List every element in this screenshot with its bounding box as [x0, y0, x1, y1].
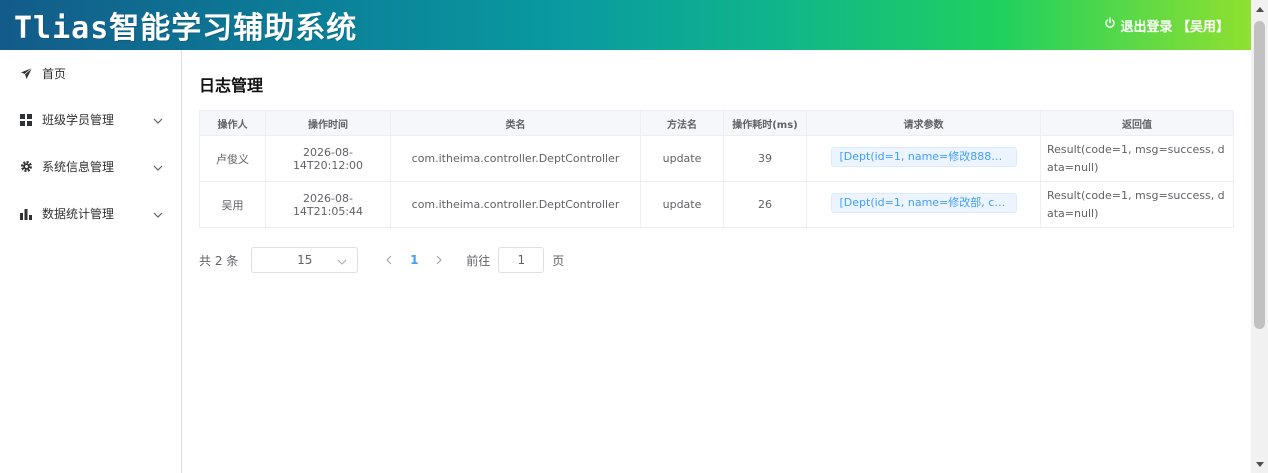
sidebar: 首页 班级学员管理 系统信息管理 数据统计管理: [0, 50, 182, 473]
scrollbar-thumb[interactable]: [1254, 21, 1265, 329]
total-count: 共 2 条: [199, 253, 239, 268]
column-header-method: 方法名: [640, 110, 724, 136]
chevron-down-icon: [337, 256, 347, 266]
cell-method: update: [640, 181, 724, 228]
pagination: 共 2 条 15 1 前往 页: [199, 247, 564, 273]
goto-label: 前往: [466, 253, 491, 268]
paper-plane-icon: [18, 65, 34, 81]
table-header-row: 操作人 操作时间 类名 方法名 操作耗时(ms) 请求参数 返回值: [199, 110, 1234, 136]
column-header-cost: 操作耗时(ms): [723, 110, 807, 136]
sidebar-item-label: 数据统计管理: [42, 207, 115, 221]
app-header: Tlias智能学习辅助系统 退出登录 【吴用】: [0, 0, 1251, 50]
return-value-text: Result(code=1, msg=success, data=null): [1047, 188, 1225, 220]
power-icon: [1104, 17, 1116, 33]
table-row: 卢俊义 2026-08-14T20:12:00 com.itheima.cont…: [199, 135, 1234, 182]
column-header-class: 类名: [390, 110, 641, 136]
page-number-current[interactable]: 1: [400, 253, 428, 267]
chevron-down-icon: [153, 162, 163, 172]
params-tag[interactable]: [Dept(id=1, name=修改部, createTi...: [830, 193, 1017, 213]
vertical-scrollbar[interactable]: [1251, 0, 1268, 473]
column-header-operator: 操作人: [199, 110, 266, 136]
logout-button[interactable]: 退出登录 【吴用】: [1104, 16, 1229, 35]
prev-page-button[interactable]: [378, 249, 400, 271]
sidebar-item-label: 班级学员管理: [42, 113, 115, 127]
cell-params: [Dept(id=1, name=修改888部, creat...: [806, 135, 1041, 182]
sidebar-item-data-stats[interactable]: 数据统计管理: [0, 190, 181, 237]
cell-cost: 26: [723, 181, 807, 228]
main-content: 日志管理 操作人 操作时间 类名 方法名 操作耗时(ms) 请求参数 返回值 卢…: [183, 50, 1251, 473]
chevron-down-icon: [153, 115, 163, 125]
column-header-params: 请求参数: [806, 110, 1041, 136]
gear-icon: [18, 159, 34, 175]
scroll-up-arrow-icon[interactable]: [1251, 0, 1268, 17]
grid-icon: [18, 112, 34, 128]
params-tag[interactable]: [Dept(id=1, name=修改888部, creat...: [830, 147, 1017, 167]
page-size-value: 15: [297, 253, 313, 267]
sidebar-item-class-student[interactable]: 班级学员管理: [0, 96, 181, 143]
column-header-time: 操作时间: [265, 110, 391, 136]
sidebar-item-label: 首页: [42, 66, 67, 81]
table-row: 吴用 2026-08-14T21:05:44 com.itheima.contr…: [199, 181, 1234, 228]
cell-time: 2026-08-14T21:05:44: [265, 181, 391, 228]
return-value-text: Result(code=1, msg=success, data=null): [1047, 142, 1225, 174]
cell-return-value: Result(code=1, msg=success, data=null): [1040, 181, 1234, 228]
chevron-down-icon: [153, 209, 163, 219]
sidebar-item-label: 系统信息管理: [42, 160, 115, 174]
cell-operator: 吴用: [199, 181, 266, 228]
cell-operator: 卢俊义: [199, 135, 266, 182]
logout-label: 退出登录 【吴用】: [1120, 19, 1229, 35]
cell-method: update: [640, 135, 724, 182]
cell-cost: 39: [723, 135, 807, 182]
page-title: 日志管理: [199, 76, 264, 95]
sidebar-item-home[interactable]: 首页: [0, 50, 181, 96]
bar-chart-icon: [18, 206, 34, 222]
app-title: Tlias智能学习辅助系统: [14, 11, 358, 46]
cell-class-name: com.itheima.controller.DeptController: [390, 181, 641, 228]
cell-time: 2026-08-14T20:12:00: [265, 135, 391, 182]
chevron-right-icon: [436, 255, 443, 265]
chevron-left-icon: [386, 255, 392, 265]
cell-return-value: Result(code=1, msg=success, data=null): [1040, 135, 1234, 182]
cell-params: [Dept(id=1, name=修改部, createTi...: [806, 181, 1041, 228]
page-unit-label: 页: [552, 253, 565, 268]
page-size-select[interactable]: 15: [251, 247, 359, 273]
column-header-return: 返回值: [1040, 110, 1234, 136]
log-table: 操作人 操作时间 类名 方法名 操作耗时(ms) 请求参数 返回值 卢俊义 20…: [199, 110, 1234, 228]
scroll-down-arrow-icon[interactable]: [1251, 456, 1268, 473]
goto-page-input[interactable]: [498, 247, 545, 273]
cell-class-name: com.itheima.controller.DeptController: [390, 135, 641, 182]
next-page-button[interactable]: [428, 249, 450, 271]
sidebar-item-system-info[interactable]: 系统信息管理: [0, 143, 181, 190]
